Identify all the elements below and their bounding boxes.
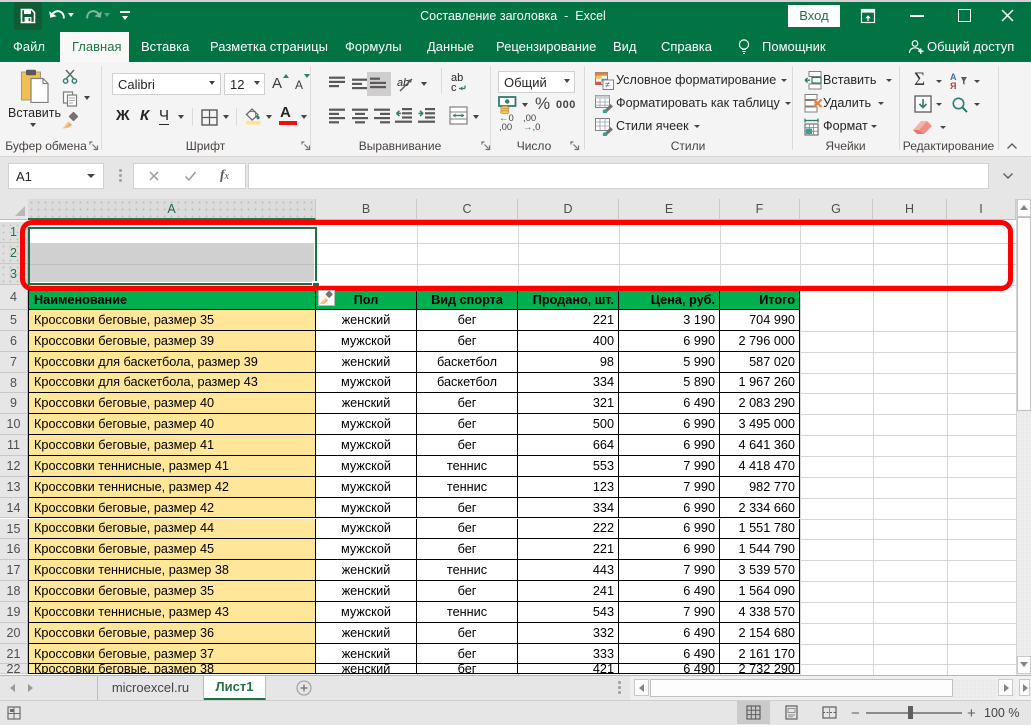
svg-text:c: c <box>451 82 457 94</box>
svg-text:≠: ≠ <box>605 80 610 90</box>
svg-text:Я: Я <box>950 81 956 90</box>
